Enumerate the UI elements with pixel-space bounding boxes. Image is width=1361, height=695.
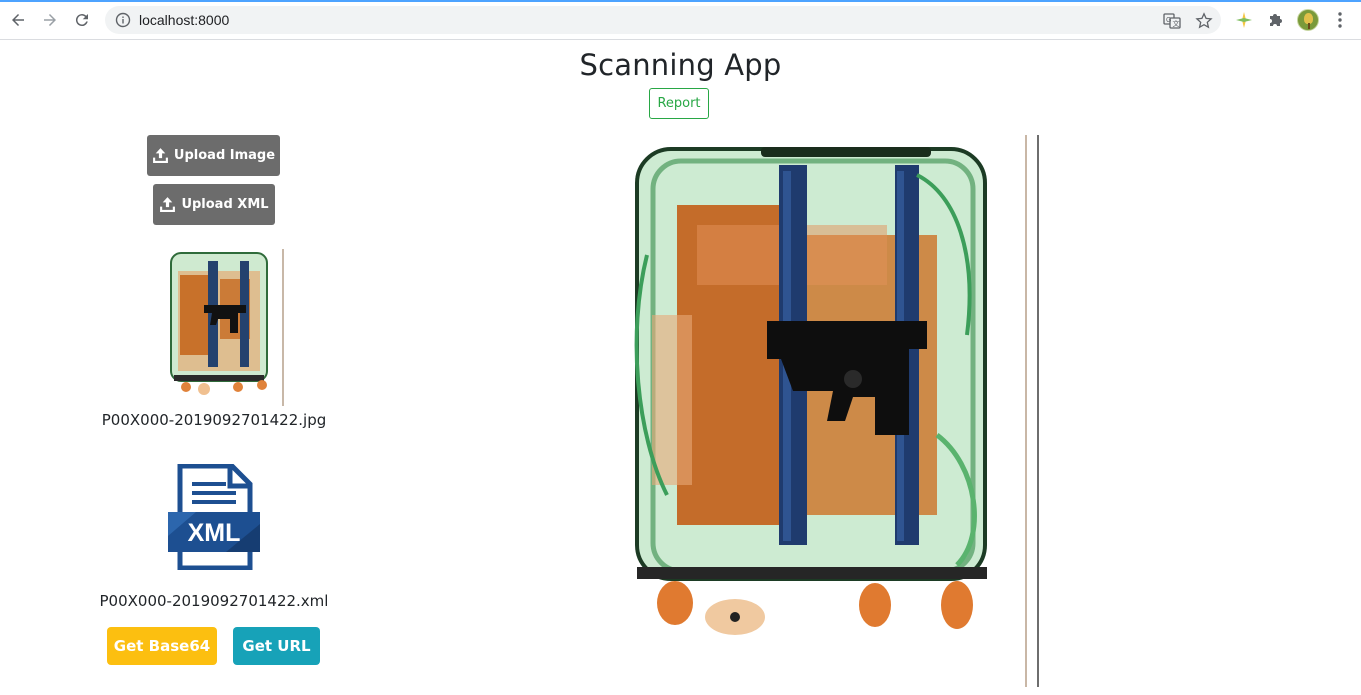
kebab-menu-icon[interactable] <box>1332 10 1348 30</box>
address-bar[interactable]: localhost:8000 G 文 <box>105 6 1221 34</box>
info-icon[interactable] <box>115 12 131 28</box>
image-filename: P00X000-2019092701422.jpg <box>101 411 327 429</box>
translate-icon[interactable]: G 文 <box>1163 12 1181 30</box>
upload-icon <box>160 197 176 212</box>
image-thumbnail[interactable] <box>146 249 285 406</box>
svg-text:G: G <box>1166 17 1171 24</box>
page-title: Scanning App <box>579 48 782 82</box>
upload-xml-button[interactable]: Upload XML <box>153 184 275 225</box>
reload-button[interactable] <box>70 8 94 32</box>
browser-toolbar: localhost:8000 G 文 <box>0 0 1361 40</box>
back-button[interactable] <box>6 8 30 32</box>
get-base64-button[interactable]: Get Base64 <box>107 627 217 665</box>
avatar[interactable] <box>1297 9 1319 31</box>
url-text[interactable]: localhost:8000 <box>139 12 229 28</box>
extension-icon[interactable] <box>1234 10 1254 30</box>
xml-filename: P00X000-2019092701422.xml <box>99 592 329 610</box>
star-icon[interactable] <box>1195 12 1213 30</box>
loading-bar <box>0 0 1361 2</box>
svg-text:文: 文 <box>1173 19 1180 28</box>
puzzle-icon[interactable] <box>1266 10 1286 30</box>
upload-image-button[interactable]: Upload Image <box>147 135 280 176</box>
upload-icon <box>152 148 168 163</box>
get-url-button[interactable]: Get URL <box>233 627 320 665</box>
xray-scan-image <box>557 135 1039 687</box>
report-button[interactable]: Report <box>649 88 709 119</box>
forward-button[interactable] <box>38 8 62 32</box>
reload-icon <box>75 14 88 27</box>
back-icon <box>12 14 24 26</box>
xml-file-icon: XML <box>168 464 260 570</box>
forward-icon <box>44 14 56 26</box>
upload-xml-label: Upload XML <box>181 197 269 212</box>
upload-image-label: Upload Image <box>173 148 276 163</box>
xml-icon-label: XML <box>188 519 241 547</box>
